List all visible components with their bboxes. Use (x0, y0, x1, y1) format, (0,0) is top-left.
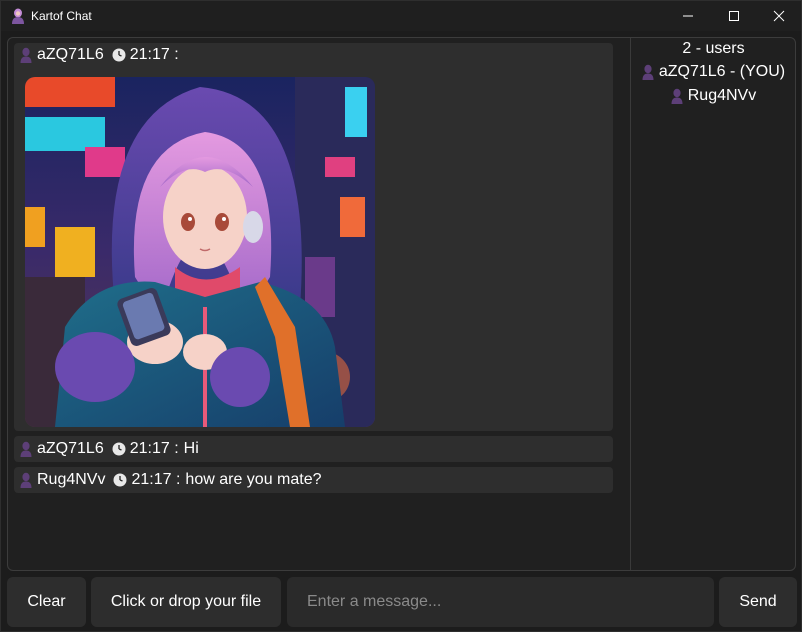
close-button[interactable] (756, 1, 802, 31)
clock-icon (113, 473, 127, 487)
clock-icon (112, 48, 126, 62)
title-bar[interactable]: Kartof Chat (1, 1, 801, 31)
message-time: 21:17 : (129, 46, 179, 63)
close-icon (773, 10, 785, 22)
message-text: Hi (183, 440, 199, 457)
message-username: aZQ71L6 (37, 46, 104, 63)
maximize-icon (729, 11, 739, 21)
anime-girl-image (25, 77, 375, 427)
message-time: 21:17 : (131, 471, 181, 488)
message-input[interactable] (287, 577, 714, 627)
clock-icon (112, 442, 126, 456)
user-list-item[interactable]: aZQ71L6 - (YOU) (631, 63, 795, 81)
minimize-icon (683, 15, 693, 17)
user-icon (20, 441, 32, 457)
users-count: 2 - users (682, 40, 745, 57)
message-item: aZQ71L6 21:17 : (14, 43, 613, 431)
user-name: Rug4NVv (687, 87, 757, 104)
user-icon (642, 64, 654, 80)
message-header: Rug4NVv 21:17 : how are you mate? (20, 469, 322, 491)
message-item: Rug4NVv 21:17 : how are you mate? (14, 467, 613, 493)
user-icon (20, 472, 32, 488)
user-icon (671, 88, 683, 104)
message-item: aZQ71L6 21:17 : Hi (14, 436, 613, 462)
user-icon (20, 47, 32, 63)
user-list-item[interactable]: Rug4NVv (631, 87, 795, 105)
chat-frame: aZQ71L6 21:17 : aZQ71L6 21:17: Hi Rug4N… (7, 37, 796, 571)
message-username: Rug4NVv (37, 471, 106, 488)
message-time: 21:17 : (129, 440, 179, 457)
message-image[interactable] (25, 77, 375, 427)
messages-list[interactable]: aZQ71L6 21:17 : aZQ71L6 21:17: Hi Rug4N… (8, 38, 620, 570)
user-name: aZQ71L6 - (YOU) (658, 63, 786, 80)
message-header: aZQ71L6 21:17 : (20, 44, 179, 66)
users-panel: 2 - users aZQ71L6 - (YOU) Rug4NVv (631, 38, 795, 570)
clear-button[interactable]: Clear (7, 577, 86, 627)
message-text: how are you mate? (185, 471, 322, 488)
message-username: aZQ71L6 (37, 440, 104, 457)
message-header: aZQ71L6 21:17 : Hi (20, 438, 199, 460)
maximize-button[interactable] (711, 1, 757, 31)
file-upload-button[interactable]: Click or drop your file (91, 577, 281, 627)
window-title: Kartof Chat (31, 9, 92, 23)
app-logo-icon (12, 8, 24, 24)
minimize-button[interactable] (665, 1, 711, 31)
app-window: Kartof Chat aZQ71L6 21:17: aZQ71L6 21:1… (0, 0, 802, 632)
send-button[interactable]: Send (719, 577, 797, 627)
